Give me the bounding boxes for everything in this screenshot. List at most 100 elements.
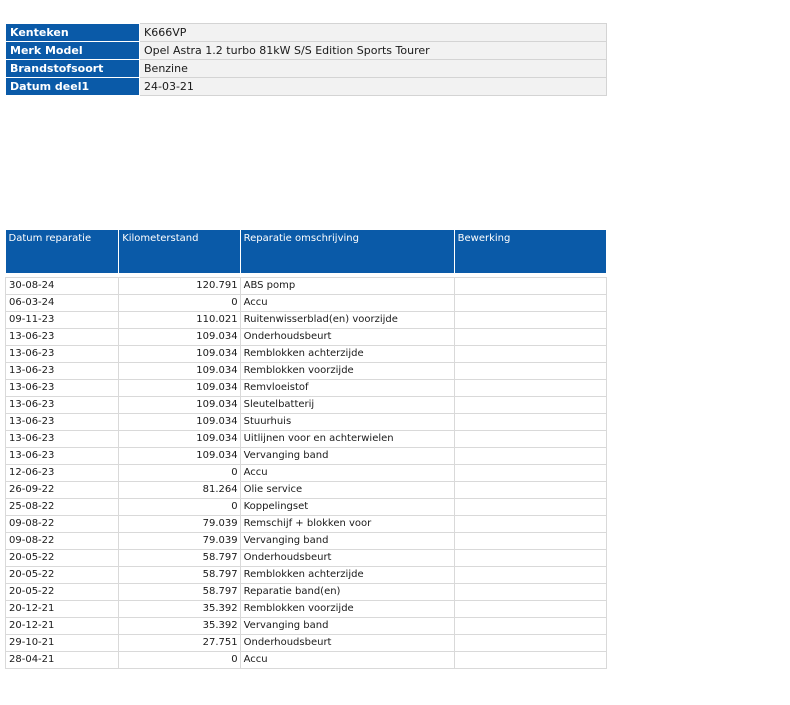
repair-date-cell: 20-05-22 [4,549,120,567]
repair-km-cell: 0 [118,651,241,669]
repair-description-cell: Sleutelbatterij [239,396,455,414]
repair-history-table: Datum reparatie Kilometerstand Reparatie… [4,230,608,669]
repair-description-cell: Remblokken achterzijde [239,345,455,363]
repair-date-cell: 20-12-21 [4,600,120,618]
repair-table-body: 30-08-24 120.791 ABS pomp 06-03-24 0 Accu 09-1… [4,273,608,669]
repair-description-cell: Reparatie band(en) [239,583,455,601]
vehicle-info-row: Kenteken K666VP [5,23,607,42]
table-row: 09-11-23 110.021 Ruitenwisserblad(en) voor… [4,311,608,329]
repair-date-cell: 13-06-23 [4,328,120,346]
table-row: 13-06-23 109.034 Onderhoudsbeurt [4,328,608,346]
repair-description-cell: Accu [239,464,455,482]
repair-date-cell: 20-12-21 [4,617,120,635]
repair-description-cell: Onderhoudsbeurt [239,549,455,567]
table-row: 13-06-23 109.034 Uitlijnen voor en achterw… [4,430,608,448]
vehicle-info-label: Merk Model [5,41,140,60]
repair-date-cell: 09-08-22 [4,532,120,550]
table-row: 13-06-23 109.034 Vervanging band [4,447,608,465]
repair-description-cell: Remvloeistof [239,379,455,397]
repair-description-cell: Remblokken voorzijde [239,600,455,618]
repair-date-cell: 26-09-22 [4,481,120,499]
repair-edit-cell [453,430,608,448]
repair-description-cell: Vervanging band [239,447,455,465]
repair-km-cell: 58.797 [118,549,241,567]
repair-km-cell: 109.034 [118,413,241,431]
vehicle-info-table: Kenteken K666VP Merk Model Opel Astra 1.2 t… [5,23,607,96]
table-row: 25-08-22 0 Koppelingset [4,498,608,516]
repair-km-cell: 58.797 [118,583,241,601]
repair-km-cell: 35.392 [118,600,241,618]
repair-date-cell: 25-08-22 [4,498,120,516]
repair-km-cell: 79.039 [118,515,241,533]
vehicle-info-value: 24-03-21 [139,77,607,96]
table-row: 26-09-22 81.264 Olie service [4,481,608,499]
table-row: 20-05-22 58.797 Remblokken achterzijde [4,566,608,584]
repair-description-cell: Onderhoudsbeurt [239,328,455,346]
repair-edit-cell [453,566,608,584]
table-row: 13-06-23 109.034 Stuurhuis [4,413,608,431]
repair-edit-cell [453,651,608,669]
table-row: 13-06-23 109.034 Remvloeistof [4,379,608,397]
table-row: 29-10-21 27.751 Onderhoudsbeurt [4,634,608,652]
repair-date-cell: 12-06-23 [4,464,120,482]
table-row: 20-12-21 35.392 Vervanging band [4,617,608,635]
repair-km-cell: 109.034 [118,328,241,346]
repair-edit-cell [453,345,608,363]
repair-date-cell: 20-05-22 [4,583,120,601]
repair-description-cell: Stuurhuis [239,413,455,431]
repair-date-cell: 13-06-23 [4,345,120,363]
table-row: 20-05-22 58.797 Reparatie band(en) [4,583,608,601]
repair-date-cell: 20-05-22 [4,566,120,584]
table-row: 09-08-22 79.039 Remschijf + blokken voor [4,515,608,533]
repair-date-cell: 09-11-23 [4,311,120,329]
repair-edit-cell [453,617,608,635]
repair-km-cell: 109.034 [118,345,241,363]
repair-km-cell: 58.797 [118,566,241,584]
table-row: 30-08-24 120.791 ABS pomp [4,277,608,295]
repair-km-cell: 109.034 [118,362,241,380]
repair-km-cell: 27.751 [118,634,241,652]
table-row: 06-03-24 0 Accu [4,294,608,312]
repair-date-cell: 13-06-23 [4,379,120,397]
vehicle-info-label: Brandstofsoort [5,59,140,78]
repair-km-cell: 109.034 [118,379,241,397]
repair-description-cell: Remblokken voorzijde [239,362,455,380]
repair-km-cell: 109.034 [118,447,241,465]
repair-description-cell: Koppelingset [239,498,455,516]
repair-date-cell: 09-08-22 [4,515,120,533]
repair-km-cell: 109.034 [118,396,241,414]
repair-edit-cell [453,549,608,567]
repair-description-cell: Uitlijnen voor en achterwielen [239,430,455,448]
repair-edit-cell [453,294,608,312]
vehicle-info-label: Kenteken [5,23,140,42]
repair-description-cell: Onderhoudsbeurt [239,634,455,652]
header-date: Datum reparatie [5,230,120,273]
repair-edit-cell [453,583,608,601]
repair-description-cell: ABS pomp [239,277,455,295]
vehicle-info-row: Merk Model Opel Astra 1.2 turbo 81kW S/S … [5,41,607,60]
vehicle-info-row: Datum deel1 24-03-21 [5,77,607,96]
table-row: 20-12-21 35.392 Remblokken voorzijde [4,600,608,618]
repair-edit-cell [453,447,608,465]
repair-edit-cell [453,379,608,397]
header-row: Datum reparatie Kilometerstand Reparatie… [5,230,608,273]
repair-date-cell: 13-06-23 [4,413,120,431]
repair-km-cell: 0 [118,464,241,482]
repair-description-cell: Remblokken achterzijde [239,566,455,584]
repair-table-header: Datum reparatie Kilometerstand Reparatie… [5,230,608,273]
repair-km-cell: 79.039 [118,532,241,550]
header-kilometerstand: Kilometerstand [118,230,241,273]
repair-edit-cell [453,396,608,414]
repair-edit-cell [453,277,608,295]
table-row: 13-06-23 109.034 Remblokken achterzijde [4,345,608,363]
repair-edit-cell [453,311,608,329]
header-edit: Bewerking [453,230,608,273]
vehicle-info-label: Datum deel1 [5,77,140,96]
repair-km-cell: 0 [118,294,241,312]
repair-km-cell: 120.791 [118,277,241,295]
repair-edit-cell [453,634,608,652]
repair-description-cell: Vervanging band [239,532,455,550]
repair-km-cell: 109.034 [118,430,241,448]
repair-edit-cell [453,464,608,482]
repair-description-cell: Accu [239,294,455,312]
